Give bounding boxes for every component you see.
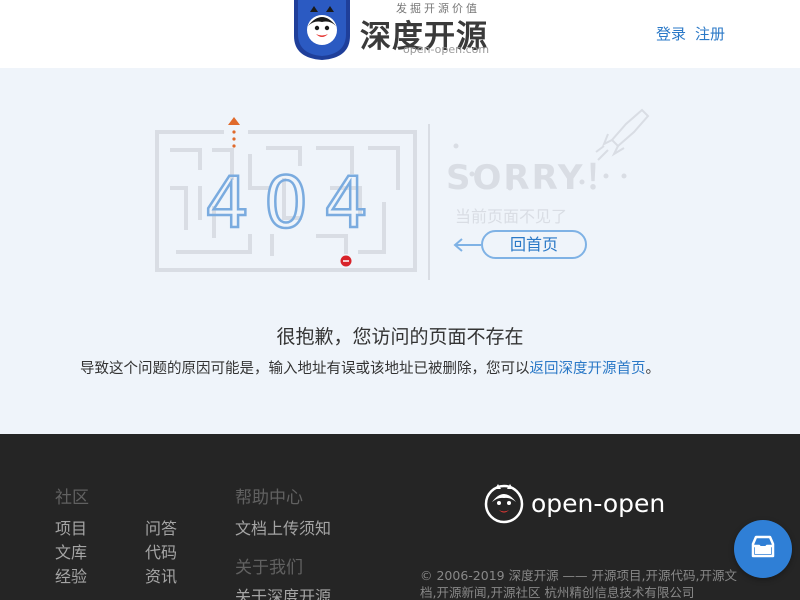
inbox-button[interactable]	[734, 520, 792, 578]
site-header: 发掘开源价值 深度开源 open-open.com 登录 注册	[0, 0, 800, 68]
home-button[interactable]: 回首页	[481, 230, 587, 259]
error-desc-text: 导致这个问题的原因可能是，输入地址有误或该地址已被删除，您可以	[80, 361, 530, 377]
footer-link-projects[interactable]: 项目	[55, 515, 87, 539]
help-title: 帮助中心	[235, 488, 303, 508]
up-arrow-icon	[228, 117, 240, 125]
auth-links: 登录 注册	[656, 23, 725, 44]
copyright-text: © 2006-2019 深度开源 —— 开源项目,开源代码,开源文档,开源新闻,…	[420, 568, 737, 600]
digit-3: 4	[324, 162, 369, 244]
footer-brand: open-open	[531, 489, 666, 518]
sorry-text: SORRY！	[446, 158, 621, 198]
site-logo[interactable]: 发掘开源价值 深度开源 open-open.com	[292, 0, 502, 62]
error-desc-end: 。	[645, 361, 661, 377]
footer-link-library[interactable]: 文库	[55, 539, 87, 563]
digit-1: 4	[205, 162, 250, 244]
site-footer: 社区 项目 问答 文库 代码 经验 资讯 帮助中心 文档上传须知 关于我们 关于…	[0, 434, 800, 600]
footer-link-experience[interactable]: 经验	[55, 563, 87, 587]
penguin-logo-icon	[294, 0, 350, 60]
logo-brand-en: open-open.com	[403, 43, 490, 56]
back-home-link[interactable]: 返回深度开源首页	[530, 361, 646, 377]
error-title: 很抱歉，您访问的页面不存在	[276, 326, 524, 348]
about-title: 关于我们	[235, 558, 303, 578]
404-illustration: 4 0 4	[155, 108, 650, 280]
inbox-icon	[751, 535, 775, 558]
footer-link-about[interactable]: 关于深度开源	[235, 583, 331, 600]
penguin-icon	[484, 484, 524, 524]
register-link[interactable]: 注册	[695, 23, 725, 44]
error-description: 导致这个问题的原因可能是，输入地址有误或该地址已被删除，您可以返回深度开源首页。	[80, 357, 660, 378]
error-section: 4 0 4 SORRY！ 当前页面不见了 回首页 很抱歉，您访问的页面不存在 导…	[0, 68, 800, 434]
arrow-dots	[232, 130, 236, 148]
login-link[interactable]: 登录	[656, 23, 686, 44]
back-arrow-icon	[453, 238, 481, 252]
community-title: 社区	[55, 488, 89, 508]
digit-2: 0	[264, 162, 309, 244]
page-missing-text: 当前页面不见了	[455, 207, 568, 226]
footer-link-news[interactable]: 资讯	[145, 563, 177, 587]
footer-link-code[interactable]: 代码	[145, 539, 177, 563]
footer-link-qa[interactable]: 问答	[145, 515, 177, 539]
footer-link-upload-notice[interactable]: 文档上传须知	[235, 515, 331, 539]
